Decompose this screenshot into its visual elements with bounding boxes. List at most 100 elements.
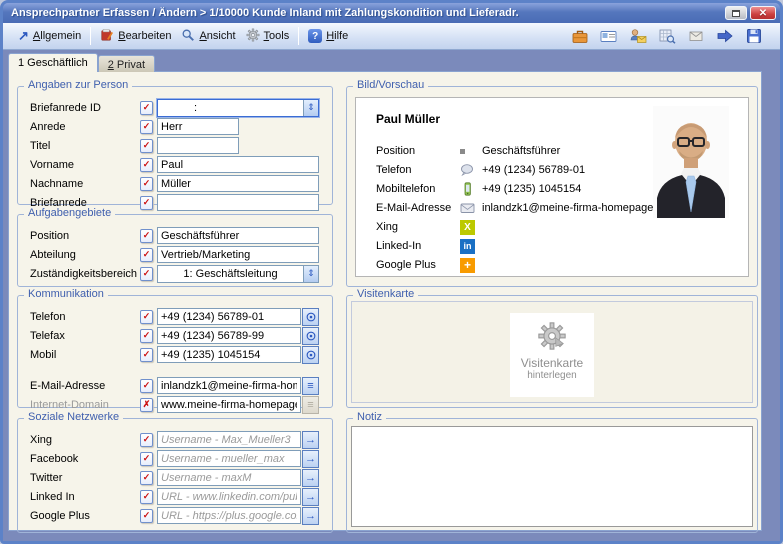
check-doc-icon[interactable]: ✓ <box>140 329 153 343</box>
googleplus-badge-icon[interactable]: + <box>460 258 475 273</box>
linkedin-input[interactable] <box>157 488 301 505</box>
spinner-button[interactable]: ⇕ <box>303 266 318 282</box>
facebook-input[interactable] <box>157 450 301 467</box>
check-doc-icon[interactable]: ✓ <box>140 229 153 243</box>
visitenkarte-label-2: hinterlegen <box>527 370 576 381</box>
title-bar[interactable]: Ansprechpartner Erfassen / Ändern > 1/10… <box>3 3 780 23</box>
briefcase-icon[interactable] <box>570 27 590 45</box>
combo-value: 1: Geschäftsleitung <box>158 268 303 280</box>
field-label: Facebook <box>30 453 140 465</box>
email-menu-button[interactable]: ≡ <box>302 377 319 395</box>
forward-arrow-icon[interactable] <box>715 27 735 45</box>
check-doc-icon[interactable]: ✓ <box>140 433 153 447</box>
position-input[interactable] <box>157 227 319 244</box>
preview-row-mobiltelefon: Mobiltelefon +49 (1235) 1045154 <box>376 181 581 197</box>
vorname-input[interactable] <box>157 156 319 173</box>
visitenkarte-area: Visitenkarte hinterlegen <box>351 301 753 403</box>
envelope-doc-icon[interactable] <box>686 27 706 45</box>
check-doc-icon[interactable]: ✓ <box>140 196 153 210</box>
row-vorname: Vorname ✓ <box>30 156 319 173</box>
menu-hilfe[interactable]: ? Hilfe <box>303 26 353 46</box>
check-doc-icon[interactable]: ✓ <box>140 379 153 393</box>
mobil-input[interactable] <box>157 346 301 363</box>
telefax-input[interactable] <box>157 327 301 344</box>
linkedin-badge-icon[interactable]: in <box>460 239 475 254</box>
cross-doc-icon[interactable]: ✗ <box>140 398 153 412</box>
zustaendigkeitsbereich-combo[interactable]: 1: Geschäftsleitung ⇕ <box>157 265 319 283</box>
toolbar-actions <box>570 27 770 45</box>
gear-icon <box>246 28 260 45</box>
titel-input[interactable] <box>157 137 239 154</box>
preview-row-email: E-Mail-Adresse inlandzk1@meine-firma-hom… <box>376 200 669 216</box>
dial-button[interactable] <box>302 346 319 364</box>
check-doc-icon[interactable]: ✓ <box>140 310 153 324</box>
telefon-input[interactable] <box>157 308 301 325</box>
close-button[interactable]: ✕ <box>750 6 776 20</box>
check-doc-icon[interactable]: ✓ <box>140 158 153 172</box>
field-label: Linked In <box>30 491 140 503</box>
menu-allgemein[interactable]: ↗ Allgemein <box>13 27 86 45</box>
check-doc-icon[interactable]: ✓ <box>140 490 153 504</box>
menu-tools[interactable]: Tools <box>241 25 295 48</box>
check-doc-icon[interactable]: ✓ <box>140 509 153 523</box>
contact-photo <box>652 106 730 218</box>
dial-button[interactable] <box>302 308 319 326</box>
position-bullet-icon <box>460 149 482 154</box>
open-link-button[interactable]: → <box>302 450 319 468</box>
business-card-icon[interactable] <box>599 27 619 45</box>
notiz-textarea[interactable] <box>351 426 753 527</box>
restore-button[interactable] <box>725 6 747 20</box>
briefanrede-input[interactable] <box>157 194 319 211</box>
window-title: Ansprechpartner Erfassen / Ändern > 1/10… <box>11 7 722 19</box>
check-doc-icon[interactable]: ✓ <box>140 267 153 281</box>
briefanrede-id-combo[interactable]: : ⇕ <box>157 99 319 117</box>
contact-mail-icon[interactable] <box>628 27 648 45</box>
open-link-button[interactable]: → <box>302 469 319 487</box>
internet-domain-input[interactable] <box>157 396 301 413</box>
row-abteilung: Abteilung ✓ <box>30 246 319 263</box>
open-link-button[interactable]: → <box>302 507 319 525</box>
check-doc-icon[interactable]: ✓ <box>140 471 153 485</box>
open-link-button[interactable]: → <box>302 431 319 449</box>
twitter-input[interactable] <box>157 469 301 486</box>
tab-geschaeftlich[interactable]: 1 Geschäftlich <box>8 53 98 72</box>
row-xing: Xing ✓ → <box>30 431 319 448</box>
close-icon: ✕ <box>759 8 767 19</box>
table-search-icon[interactable] <box>657 27 677 45</box>
field-label: Position <box>30 230 140 242</box>
googleplus-input[interactable] <box>157 507 301 524</box>
save-icon[interactable] <box>744 27 764 45</box>
check-doc-icon[interactable]: ✓ <box>140 452 153 466</box>
link-arrow-icon: → <box>305 434 316 446</box>
spinner-button[interactable]: ⇕ <box>303 100 318 116</box>
link-arrow-icon: → <box>305 491 316 503</box>
preview-card: Paul Müller Position Geschäftsführer Tel… <box>355 97 749 277</box>
menu-ansicht[interactable]: Ansicht <box>176 25 240 48</box>
edit-icon <box>100 28 114 45</box>
dial-button[interactable] <box>302 327 319 345</box>
anrede-input[interactable] <box>157 118 239 135</box>
check-doc-icon[interactable]: ✓ <box>140 120 153 134</box>
field-label: Telefax <box>30 330 140 342</box>
visitenkarte-upload-button[interactable]: Visitenkarte hinterlegen <box>510 313 594 397</box>
open-link-button[interactable]: → <box>302 488 319 506</box>
check-doc-icon[interactable]: ✓ <box>140 248 153 262</box>
visitenkarte-label-1: Visitenkarte <box>521 356 583 370</box>
check-doc-icon[interactable]: ✓ <box>140 101 153 115</box>
link-arrow-icon: → <box>305 510 316 522</box>
abteilung-input[interactable] <box>157 246 319 263</box>
field-label: Titel <box>30 140 140 152</box>
tab-privat[interactable]: 2 Privat <box>98 55 155 72</box>
nachname-input[interactable] <box>157 175 319 192</box>
dial-icon <box>305 311 317 323</box>
xing-input[interactable] <box>157 431 301 448</box>
email-input[interactable] <box>157 377 301 394</box>
check-doc-icon[interactable]: ✓ <box>140 139 153 153</box>
check-doc-icon[interactable]: ✓ <box>140 348 153 362</box>
toolbar-separator <box>298 27 299 45</box>
menu-toolbar: ↗ Allgemein Bearbeiten Ansicht Tools ? H… <box>3 23 780 50</box>
menu-bearbeiten[interactable]: Bearbeiten <box>95 25 176 48</box>
xing-badge-icon[interactable]: X <box>460 220 475 235</box>
check-doc-icon[interactable]: ✓ <box>140 177 153 191</box>
group-title: Visitenkarte <box>353 288 418 300</box>
